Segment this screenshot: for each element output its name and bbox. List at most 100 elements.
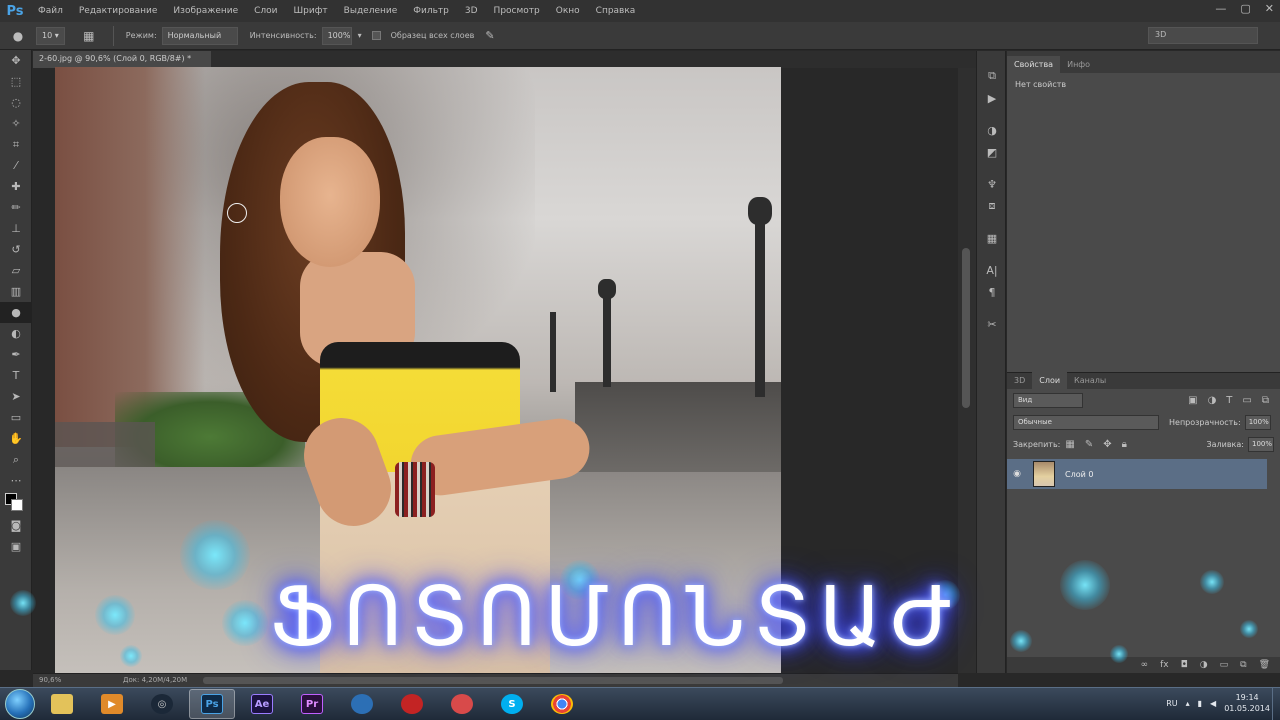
shape-tool-icon[interactable]: ▭	[0, 407, 32, 428]
link-layers-icon[interactable]: ∞	[1141, 660, 1149, 670]
brush-tool-icon[interactable]: ✏	[0, 197, 32, 218]
eyedropper-tool-icon[interactable]: ⁄	[0, 155, 32, 176]
layer-style-icon[interactable]: fx	[1160, 660, 1169, 670]
brush-presets-icon[interactable]: ♆	[977, 173, 1007, 195]
color-swatches[interactable]	[0, 491, 32, 515]
taskbar-steam[interactable]: ◎	[139, 689, 185, 719]
vertical-scrollbar-thumb[interactable]	[962, 248, 970, 408]
brush-size-picker[interactable]: 10 ▾	[36, 26, 65, 45]
network-icon[interactable]: ▮	[1198, 699, 1202, 708]
menu-view[interactable]: Просмотр	[486, 6, 548, 16]
taskbar-app-blue[interactable]	[339, 689, 385, 719]
maximize-button[interactable]: ▢	[1240, 2, 1250, 15]
menu-filter[interactable]: Фильтр	[405, 6, 457, 16]
menu-layers[interactable]: Слои	[246, 6, 285, 16]
clock[interactable]: 19:14 01.05.2014	[1224, 692, 1270, 714]
taskbar-photoshop[interactable]: Ps	[189, 689, 235, 719]
menu-image[interactable]: Изображение	[165, 6, 246, 16]
pen-tool-icon[interactable]: ✒	[0, 344, 32, 365]
menu-edit[interactable]: Редактирование	[71, 6, 166, 16]
menu-window[interactable]: Окно	[548, 6, 588, 16]
menu-select[interactable]: Выделение	[336, 6, 406, 16]
language-indicator[interactable]: RU	[1166, 699, 1177, 708]
layer-filter-select[interactable]: Вид	[1013, 392, 1083, 408]
close-button[interactable]: ✕	[1265, 2, 1274, 15]
menu-help[interactable]: Справка	[588, 6, 644, 16]
minimize-button[interactable]: —	[1215, 2, 1226, 15]
character-icon[interactable]: A|	[977, 259, 1007, 281]
tools-presets-icon[interactable]: ✂	[977, 313, 1007, 335]
taskbar-skype[interactable]: S	[489, 689, 535, 719]
taskbar-premiere[interactable]: Pr	[289, 689, 335, 719]
layer-name[interactable]: Слой 0	[1065, 470, 1093, 479]
tab-info[interactable]: Инфо	[1060, 56, 1097, 73]
new-layer-icon[interactable]: ⧉	[1240, 660, 1246, 670]
new-group-icon[interactable]: ▭	[1220, 660, 1229, 670]
taskbar-media-player[interactable]: ▶	[89, 689, 135, 719]
brush-panel-icon[interactable]: ▦	[71, 22, 107, 50]
swatches-icon[interactable]: ▦	[977, 227, 1007, 249]
paragraph-icon[interactable]: ¶	[977, 281, 1007, 303]
layer-row[interactable]: ◉ Слой 0	[1007, 459, 1267, 489]
clone-stamp-tool-icon[interactable]: ⊥	[0, 218, 32, 239]
marquee-tool-icon[interactable]: ⬚	[0, 71, 32, 92]
tab-layers[interactable]: Слои	[1032, 372, 1068, 389]
type-tool-icon[interactable]: T	[0, 365, 32, 386]
crop-tool-icon[interactable]: ⌗	[0, 134, 32, 155]
mode-select[interactable]: Нормальный	[161, 26, 238, 45]
lock-all-icon[interactable]: 🔒︎	[1122, 439, 1127, 450]
volume-icon[interactable]: ◀	[1210, 699, 1216, 708]
intensity-dropdown-icon[interactable]: ▾	[358, 31, 362, 40]
filter-pixel-icon[interactable]: ▣	[1188, 395, 1197, 406]
delete-layer-icon[interactable]: 🗑︎	[1259, 660, 1270, 670]
menu-file[interactable]: Файл	[30, 6, 71, 16]
zoom-tool-icon[interactable]: ⌕	[0, 449, 32, 470]
blend-mode-select[interactable]: Обычные	[1013, 414, 1159, 430]
hand-tool-icon[interactable]: ✋	[0, 428, 32, 449]
taskbar-explorer[interactable]	[39, 689, 85, 719]
filter-type-icon[interactable]: T	[1226, 395, 1232, 406]
intensity-input[interactable]: 100%	[321, 26, 352, 45]
adjustments-icon[interactable]: ◑	[977, 119, 1007, 141]
pressure-icon[interactable]: ✎	[485, 29, 494, 42]
document-tab[interactable]: 2-60.jpg @ 90,6% (Слой 0, RGB/8#) *	[33, 51, 211, 68]
tab-channels[interactable]: Каналы	[1067, 372, 1113, 389]
taskbar-after-effects[interactable]: Ae	[239, 689, 285, 719]
adjustment-layer-icon[interactable]: ◑	[1200, 660, 1208, 670]
gradient-tool-icon[interactable]: ▥	[0, 281, 32, 302]
fill-input[interactable]: 100%	[1248, 436, 1274, 452]
history-icon[interactable]: ⧉	[977, 65, 1007, 87]
lock-transparent-icon[interactable]: ▦	[1065, 439, 1074, 450]
move-tool-icon[interactable]: ✥	[0, 50, 32, 71]
start-button[interactable]	[5, 689, 35, 719]
filter-shape-icon[interactable]: ▭	[1242, 395, 1251, 406]
taskbar-chrome[interactable]	[539, 689, 585, 719]
tab-properties[interactable]: Свойства	[1007, 56, 1061, 73]
document-size[interactable]: Док: 4,20M/4,20M	[123, 676, 187, 684]
taskbar-record-app[interactable]	[389, 689, 435, 719]
history-brush-tool-icon[interactable]: ↺	[0, 239, 32, 260]
healing-tool-icon[interactable]: ✚	[0, 176, 32, 197]
tool-preset-icon[interactable]: ●	[0, 22, 36, 50]
dodge-tool-icon[interactable]: ◐	[0, 323, 32, 344]
blur-tool-icon[interactable]: ●	[0, 302, 32, 323]
more-tools-icon[interactable]: ⋯	[0, 470, 32, 491]
styles-icon[interactable]: ◩	[977, 141, 1007, 163]
clone-source-icon[interactable]: ⧈	[977, 195, 1007, 217]
zoom-level[interactable]: 90,6%	[39, 676, 61, 684]
filter-adjust-icon[interactable]: ◑	[1208, 395, 1217, 406]
menu-type[interactable]: Шрифт	[286, 6, 336, 16]
tab-3d[interactable]: 3D	[1007, 372, 1032, 389]
workspace-select[interactable]: 3D	[1148, 27, 1258, 44]
lasso-tool-icon[interactable]: ◌	[0, 92, 32, 113]
actions-icon[interactable]: ▶	[977, 87, 1007, 109]
background-color[interactable]	[11, 499, 23, 511]
show-desktop-button[interactable]	[1272, 688, 1280, 720]
filter-smart-icon[interactable]: ⧉	[1262, 395, 1269, 406]
lock-pixels-icon[interactable]: ✎	[1085, 439, 1093, 450]
eraser-tool-icon[interactable]: ▱	[0, 260, 32, 281]
tray-expand-icon[interactable]: ▴	[1186, 699, 1190, 708]
menu-3d[interactable]: 3D	[457, 6, 486, 16]
screen-mode-icon[interactable]: ▣	[0, 536, 32, 557]
quick-mask-icon[interactable]: ◙	[0, 515, 32, 536]
